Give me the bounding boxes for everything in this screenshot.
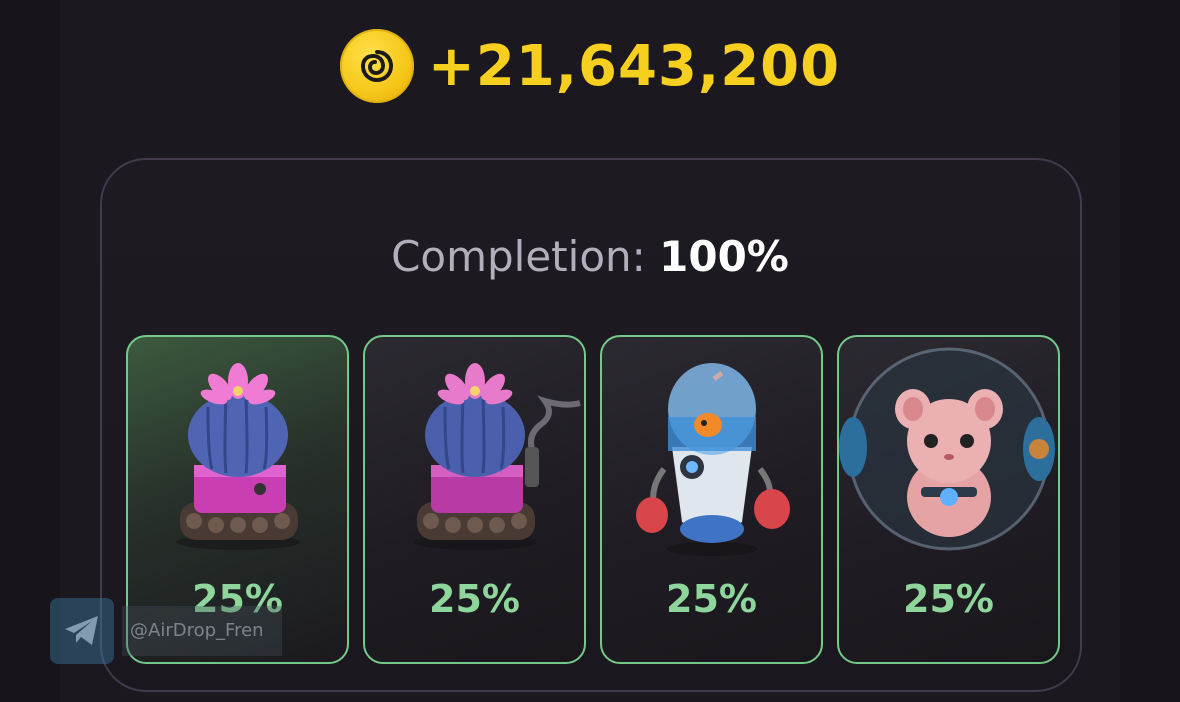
left-shade (0, 0, 60, 702)
card-percent: 25% (429, 577, 520, 621)
telegram-icon (50, 598, 114, 664)
hamster-coin-icon (339, 29, 414, 103)
right-shade (1120, 0, 1180, 702)
combo-card-fishbowl-robot[interactable]: 25% (600, 335, 823, 664)
fishbowl-robot-image (636, 363, 790, 556)
combo-card-hamster-ball[interactable]: 25% (837, 335, 1060, 664)
card-percent: 25% (666, 577, 757, 621)
watermark-text: @AirDrop_Fren (122, 606, 282, 656)
card-percent: 25% (903, 577, 994, 621)
reward-amount: +21,643,200 (427, 33, 841, 99)
reward-header: +21,643,200 (0, 29, 1180, 103)
hamster-ball-image (839, 347, 1055, 551)
cactus-tank-image (176, 363, 300, 550)
completion-value: 100% (659, 232, 789, 281)
combo-card-cactus-tank-smoking[interactable]: 25% (363, 335, 586, 664)
watermark: @AirDrop_Fren (50, 598, 282, 664)
completion-label: Completion: (391, 232, 660, 281)
completion-line: Completion: 100% (0, 232, 1180, 281)
cactus-tank-smoking-image (413, 363, 581, 550)
